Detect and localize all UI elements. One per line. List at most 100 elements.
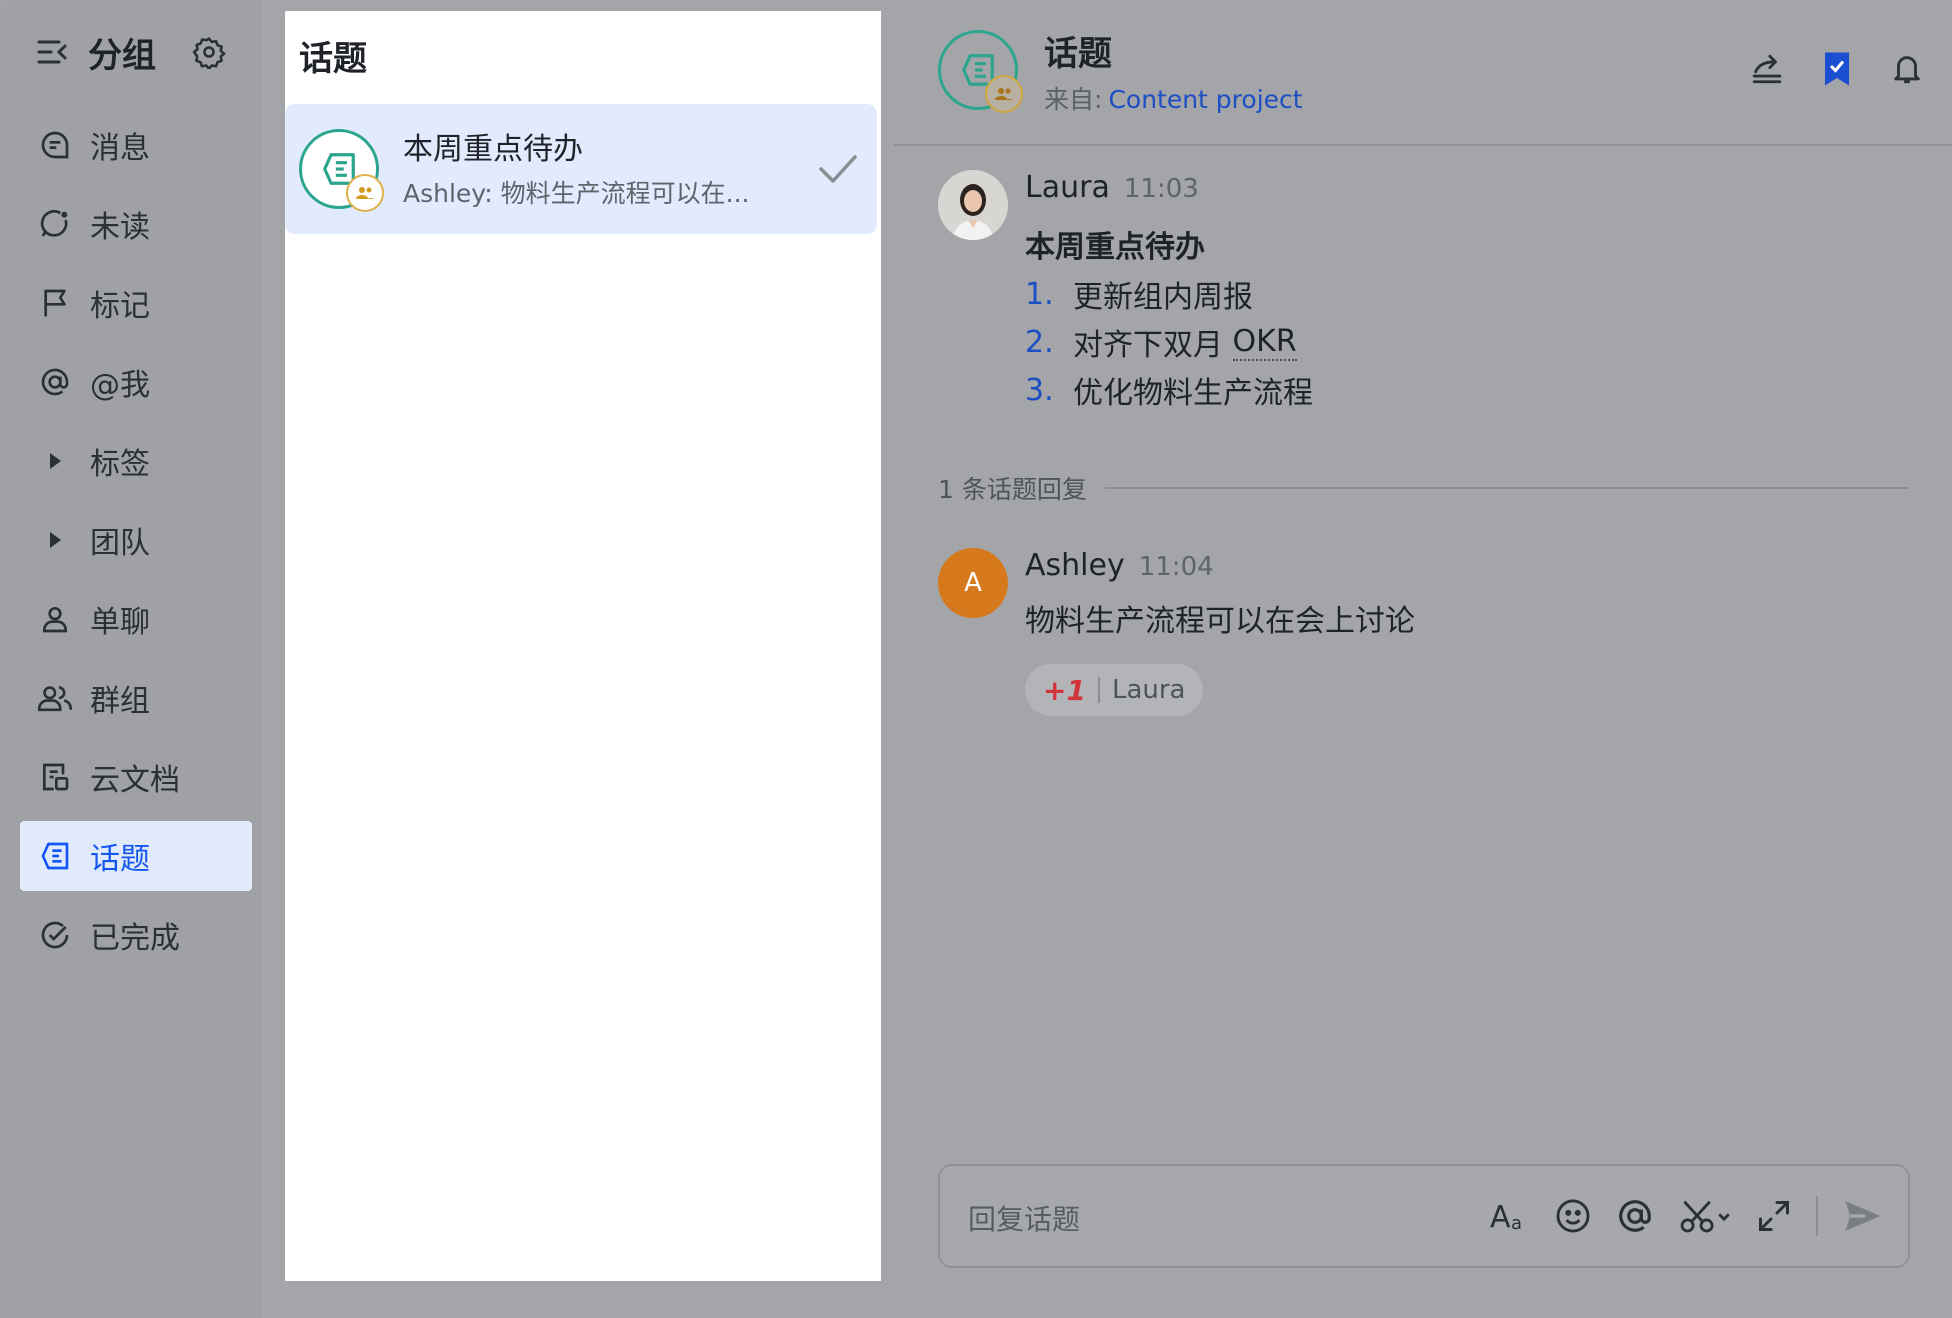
message-icon [36, 126, 74, 164]
sidebar-item-label: 话题 [90, 842, 150, 877]
reaction-chip[interactable]: +1 Laura [1025, 664, 1204, 716]
reaction-separator [1097, 677, 1100, 703]
sidebar-item-label: 云文档 [90, 763, 180, 798]
header-actions [1746, 48, 1928, 90]
detail-header: 话题 来自: Content project [894, 0, 1952, 146]
topic-name: 本周重点待办 [403, 132, 583, 167]
topic-list-item[interactable]: 本周重点待办 Ashley: 物料生产流程可以在... [285, 104, 877, 234]
svg-text:A: A [1490, 1200, 1511, 1233]
detail-title: 话题 [1044, 34, 1112, 74]
caret-right-icon[interactable] [36, 521, 74, 559]
list-item: 1. 更新组内周报 [1025, 270, 1313, 318]
done-icon [36, 916, 74, 954]
message-heading: 本周重点待办 [1025, 230, 1205, 265]
reply-text: 物料生产流程可以在会上讨论 [1025, 604, 1415, 639]
sidebar-item-messages[interactable]: 消息 [20, 110, 252, 180]
list-number: 1. [1025, 276, 1054, 312]
sidebar-item-mentions[interactable]: @我 [20, 347, 252, 417]
author-name[interactable]: Laura [1025, 170, 1110, 205]
topic-detail: 话题 来自: Content project Laura 11:03 本周重点待办 … [894, 0, 1952, 1318]
list-text: 对齐下双月 [1073, 328, 1233, 363]
author-name[interactable]: Ashley [1025, 548, 1125, 583]
sidebar-item-cloud-docs[interactable]: 云文档 [20, 742, 252, 812]
list-text: 更新组内周报 [1073, 280, 1253, 315]
list-number: 2. [1025, 324, 1054, 360]
sidebar-nav: 消息 未读 标记 @我 标签 团队 单聊 群组 云文档 话题 已完成 [20, 110, 252, 979]
sidebar-item-label: 消息 [90, 131, 150, 166]
expand-icon[interactable] [1756, 1194, 1792, 1238]
reply-item: A Ashley 11:04 物料生产流程可以在会上讨论 +1 Laura [938, 548, 1838, 728]
timestamp: 11:04 [1138, 552, 1214, 582]
collapse-menu-icon[interactable] [36, 35, 70, 69]
sidebar-title: 分组 [88, 35, 156, 76]
send-icon[interactable] [1842, 1194, 1882, 1238]
reply-composer[interactable]: 回复话题 Aa [938, 1164, 1910, 1268]
reply-input[interactable]: 回复话题 [968, 1198, 1080, 1238]
sidebar-item-label: 未读 [90, 210, 150, 245]
list-item: 2. 对齐下双月 OKR [1025, 318, 1313, 366]
sidebar-item-groups[interactable]: 群组 [20, 663, 252, 733]
unread-icon [36, 205, 74, 243]
svg-text:a: a [1511, 1213, 1522, 1233]
source-link[interactable]: Content project [1108, 85, 1302, 114]
caret-right-icon[interactable] [36, 442, 74, 480]
checkmark-icon[interactable] [817, 149, 859, 189]
toolbar-divider [1816, 1196, 1818, 1236]
bookmark-icon[interactable] [1816, 48, 1858, 90]
detail-source: 来自: Content project [1044, 80, 1303, 116]
author-line: Ashley 11:04 [1025, 548, 1214, 583]
composer-tools: Aa [1490, 1194, 1882, 1238]
avatar[interactable] [938, 170, 1008, 240]
todo-list: 1. 更新组内周报 2. 对齐下双月 OKR 3. 优化物料生产流程 [1025, 270, 1313, 414]
text-format-icon[interactable]: Aa [1490, 1194, 1530, 1238]
timestamp: 11:03 [1123, 174, 1199, 204]
reaction-users: Laura [1111, 675, 1186, 705]
replies-divider: 1 条话题回复 [938, 470, 1908, 506]
topic-avatar [299, 129, 384, 212]
topic-preview: Ashley: 物料生产流程可以在... [403, 179, 750, 208]
sidebar-item-teams[interactable]: 团队 [20, 505, 252, 575]
sidebar-item-label: 标签 [90, 447, 150, 482]
sidebar: 分组 消息 未读 标记 @我 标签 团队 单聊 群组 云文档 话题 已完成 [0, 0, 262, 1318]
bell-icon[interactable] [1886, 48, 1928, 90]
message-item: Laura 11:03 本周重点待办 1. 更新组内周报 2. 对齐下双月 OKR 3… [938, 170, 1838, 420]
doc-icon [36, 758, 74, 796]
list-item: 3. 优化物料生产流程 [1025, 366, 1313, 414]
avatar[interactable]: A [938, 548, 1008, 618]
topic-list-panel: 话题 本周重点待办 Ashley: 物料生产流程可以在... [285, 11, 881, 1281]
sidebar-item-direct-chats[interactable]: 单聊 [20, 584, 252, 654]
emoji-icon[interactable] [1554, 1194, 1592, 1238]
topic-list-title: 话题 [299, 39, 367, 79]
thumbs-plus-one-icon: +1 [1043, 673, 1086, 707]
screenshot-scissors-icon[interactable] [1678, 1194, 1732, 1238]
share-icon[interactable] [1746, 48, 1788, 90]
group-icon [36, 679, 74, 717]
person-icon [36, 600, 74, 638]
sidebar-item-flagged[interactable]: 标记 [20, 268, 252, 338]
group-badge-icon [346, 174, 384, 212]
sidebar-item-label: 单聊 [90, 605, 150, 640]
gear-icon[interactable] [190, 33, 228, 71]
source-label: 来自: [1044, 85, 1103, 114]
topic-icon [36, 837, 74, 875]
mention-icon[interactable] [1616, 1194, 1654, 1238]
sidebar-item-label: 团队 [90, 526, 150, 561]
sidebar-item-unread[interactable]: 未读 [20, 189, 252, 259]
sidebar-item-label: 标记 [90, 289, 150, 324]
sidebar-item-tags[interactable]: 标签 [20, 426, 252, 496]
author-line: Laura 11:03 [1025, 170, 1199, 205]
replies-count: 1 条话题回复 [938, 475, 1087, 504]
topic-avatar [938, 30, 1023, 113]
sidebar-item-done[interactable]: 已完成 [20, 900, 252, 970]
list-text: 优化物料生产流程 [1073, 376, 1313, 411]
divider-line [1104, 487, 1908, 489]
sidebar-item-label: 已完成 [90, 921, 180, 956]
sidebar-item-label: @我 [90, 368, 150, 403]
sidebar-header: 分组 [36, 28, 246, 76]
okr-term[interactable]: OKR [1232, 324, 1297, 361]
group-badge-icon [985, 75, 1023, 113]
flag-icon [36, 284, 74, 322]
at-icon [36, 363, 74, 401]
sidebar-item-topics[interactable]: 话题 [20, 821, 252, 891]
list-number: 3. [1025, 372, 1054, 408]
